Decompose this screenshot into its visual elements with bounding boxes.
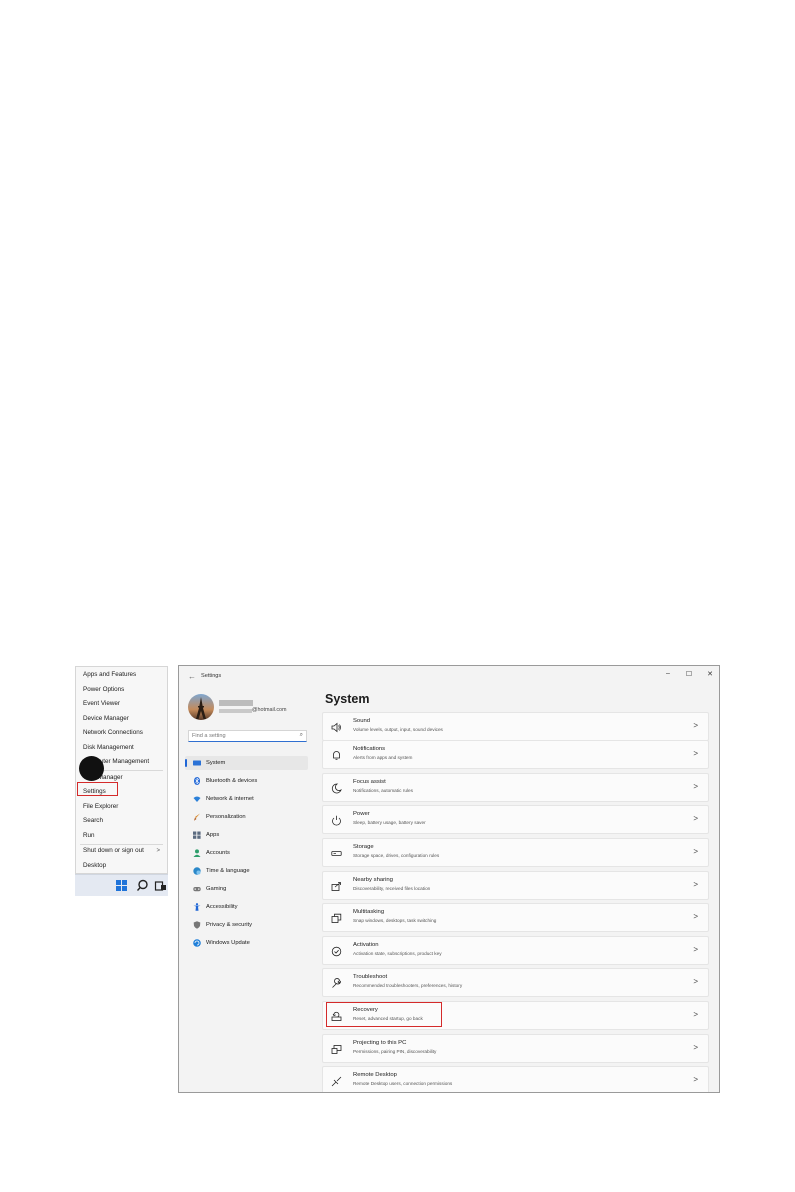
task-view-icon[interactable] xyxy=(154,879,167,892)
card-notifications[interactable]: Notifications Alerts from apps and syste… xyxy=(322,740,709,769)
card-nearby-sharing[interactable]: Nearby sharing Discoverability, received… xyxy=(322,871,709,900)
chevron-right-icon: > xyxy=(693,814,698,823)
search-icon[interactable] xyxy=(136,879,149,892)
apps-icon xyxy=(193,831,201,839)
back-arrow-icon[interactable]: ← xyxy=(188,672,196,681)
nav-item-network[interactable]: Network & internet xyxy=(185,792,308,806)
moon-icon xyxy=(331,783,342,794)
chevron-right-icon: > xyxy=(156,848,160,854)
menu-item-apps-and-features[interactable]: Apps and Features xyxy=(76,668,167,683)
menu-item-run[interactable]: Run xyxy=(76,829,167,844)
gamepad-icon xyxy=(193,887,201,892)
menu-item-device-manager[interactable]: Device Manager xyxy=(76,712,167,727)
bell-icon xyxy=(333,751,340,760)
chevron-right-icon: > xyxy=(693,1010,698,1019)
card-activation[interactable]: Activation Activation state, subscriptio… xyxy=(322,936,709,965)
page-title: System xyxy=(325,692,370,706)
menu-item-shut-down-or-sign-out[interactable]: Shut down or sign out > xyxy=(76,844,167,859)
eiffel-tower-icon xyxy=(196,697,206,719)
nav-item-privacy[interactable]: Privacy & security xyxy=(185,918,308,932)
taskbar xyxy=(75,874,168,896)
chevron-right-icon: > xyxy=(693,977,698,986)
nav-item-bluetooth[interactable]: Bluetooth & devices xyxy=(185,774,308,788)
card-storage[interactable]: Storage Storage space, drives, configura… xyxy=(322,838,709,867)
menu-item-disk-management[interactable]: Disk Management xyxy=(76,741,167,756)
title-bar: ← Settings – ☐ ✕ xyxy=(179,666,719,688)
card-remote-desktop[interactable]: Remote Desktop Remote Desktop users, con… xyxy=(322,1066,709,1092)
settings-window: ← Settings – ☐ ✕ @hotmail.com Find a set… xyxy=(178,665,720,1093)
system-icon xyxy=(193,760,201,766)
maximize-icon[interactable]: ☐ xyxy=(683,670,695,678)
minimize-icon[interactable]: – xyxy=(662,670,674,677)
nav-item-accessibility[interactable]: Accessibility xyxy=(185,900,308,914)
chevron-right-icon: > xyxy=(693,749,698,758)
chevron-right-icon: > xyxy=(693,721,698,730)
chevron-right-icon: > xyxy=(693,1043,698,1052)
nav-item-time-language[interactable]: Time & language xyxy=(185,864,308,878)
close-icon[interactable]: ✕ xyxy=(704,670,716,678)
chevron-right-icon: > xyxy=(693,912,698,921)
chevron-right-icon: > xyxy=(693,945,698,954)
chevron-right-icon: > xyxy=(693,847,698,856)
bluetooth-icon xyxy=(194,777,200,785)
window-title: Settings xyxy=(201,673,222,679)
remote-desktop-icon xyxy=(331,1076,342,1087)
menu-item-desktop[interactable]: Desktop xyxy=(76,859,167,874)
power-icon xyxy=(332,815,341,826)
profile-email: @hotmail.com xyxy=(252,707,287,713)
card-focus-assist[interactable]: Focus assist Notifications, automatic ru… xyxy=(322,773,709,802)
active-indicator xyxy=(185,759,187,767)
nav-item-personalization[interactable]: Personalization xyxy=(185,810,308,824)
nav-item-gaming[interactable]: Gaming xyxy=(185,882,308,896)
search-placeholder: Find a setting xyxy=(192,733,226,739)
accessibility-icon xyxy=(193,903,201,911)
drive-icon xyxy=(331,851,342,856)
step-marker-1 xyxy=(79,756,104,781)
nav-item-accounts[interactable]: Accounts xyxy=(185,846,308,860)
check-circle-icon xyxy=(331,946,342,957)
nav-item-windows-update[interactable]: Windows Update xyxy=(185,936,308,950)
menu-item-network-connections[interactable]: Network Connections xyxy=(76,726,167,741)
card-projecting[interactable]: Projecting to this PC Permissions, pairi… xyxy=(322,1034,709,1063)
nav-item-system[interactable]: System xyxy=(185,756,308,770)
speaker-icon xyxy=(331,722,341,733)
card-troubleshoot[interactable]: Troubleshoot Recommended troubleshooters… xyxy=(322,968,709,997)
settings-search-input[interactable]: Find a setting ⌕ xyxy=(188,730,307,742)
menu-item-power-options[interactable]: Power Options xyxy=(76,683,167,698)
profile-name-redacted xyxy=(219,700,253,706)
brush-icon xyxy=(194,813,200,821)
search-icon: ⌕ xyxy=(299,732,303,738)
windows-start-icon[interactable] xyxy=(115,879,128,892)
projector-icon xyxy=(331,1045,342,1054)
menu-item-file-explorer[interactable]: File Explorer xyxy=(76,800,167,815)
accounts-icon xyxy=(193,849,201,857)
card-power[interactable]: Power Sleep, battery usage, battery save… xyxy=(322,805,709,834)
card-sound[interactable]: Sound Volume levels, output, input, soun… xyxy=(322,712,709,741)
chevron-right-icon: > xyxy=(693,880,698,889)
wifi-icon xyxy=(193,796,201,802)
recovery-highlight-box xyxy=(326,1002,442,1027)
menu-item-event-viewer[interactable]: Event Viewer xyxy=(76,697,167,712)
menu-item-search[interactable]: Search xyxy=(76,814,167,829)
multitask-icon xyxy=(331,913,342,923)
profile-email-redacted xyxy=(219,709,252,713)
share-icon xyxy=(331,882,341,891)
avatar[interactable] xyxy=(188,694,214,720)
update-icon xyxy=(193,939,201,947)
wrench-icon xyxy=(332,978,341,988)
card-multitasking[interactable]: Multitasking Snap windows, desktops, tas… xyxy=(322,903,709,932)
globe-clock-icon xyxy=(193,867,201,875)
nav-item-apps[interactable]: Apps xyxy=(185,828,308,842)
settings-highlight-box xyxy=(77,782,118,796)
chevron-right-icon: > xyxy=(693,782,698,791)
chevron-right-icon: > xyxy=(693,1075,698,1084)
shield-icon xyxy=(193,921,201,929)
